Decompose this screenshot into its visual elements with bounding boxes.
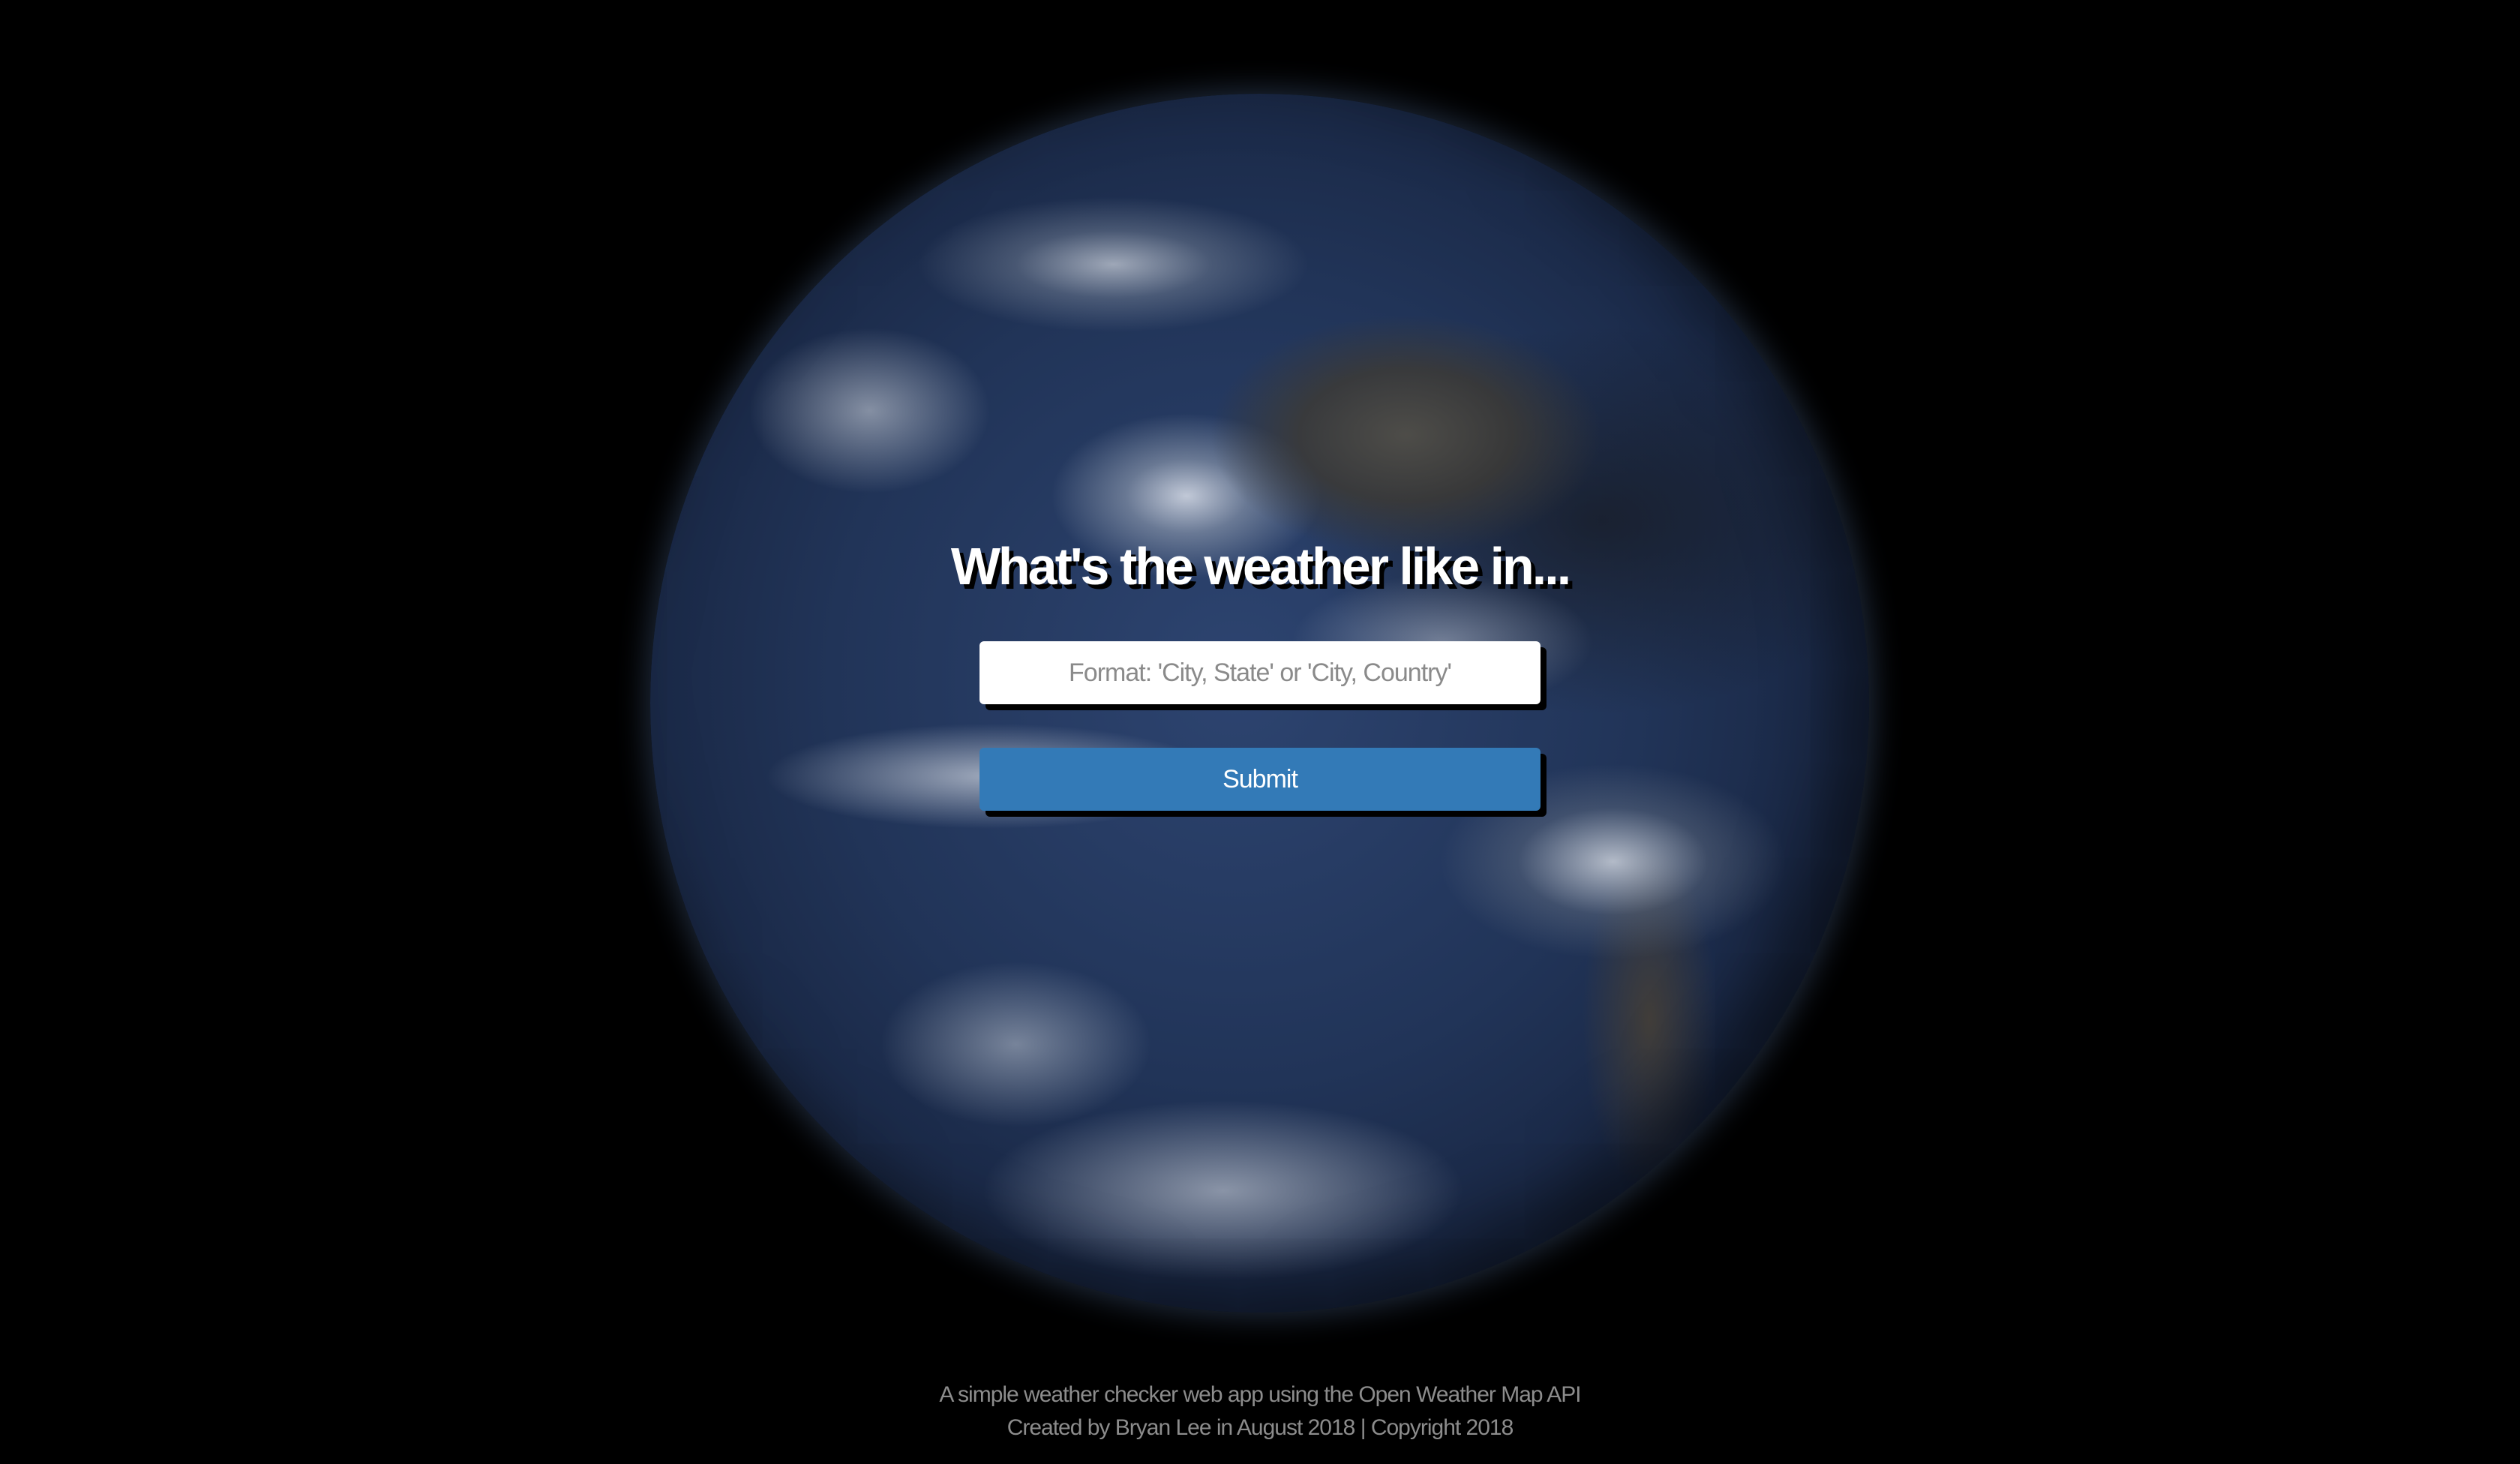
footer: A simple weather checker web app using t…	[0, 1378, 2520, 1444]
footer-credits: Created by Bryan Lee in August 2018 | Co…	[1006, 1415, 1514, 1440]
footer-description: A simple weather checker web app using t…	[939, 1382, 1581, 1407]
submit-button[interactable]: Submit	[980, 748, 1540, 811]
page-heading: What's the weather like in...	[950, 537, 1571, 596]
weather-form: What's the weather like in... Submit	[0, 0, 2520, 1464]
city-search-input[interactable]	[980, 641, 1540, 704]
